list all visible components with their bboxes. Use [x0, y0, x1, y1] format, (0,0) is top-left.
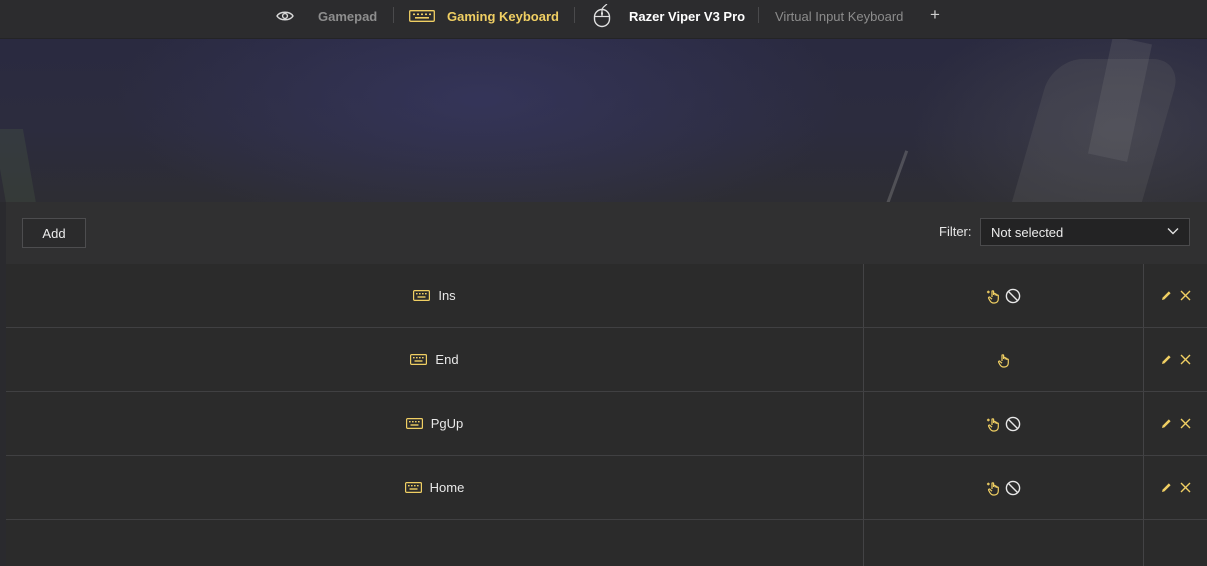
filter-value: Not selected [991, 224, 1064, 240]
table-row: PgUp [6, 392, 1207, 456]
binding-actions-cell [1144, 456, 1207, 519]
table-row: Home [6, 456, 1207, 520]
blocked-icon [1005, 480, 1021, 496]
tab-virtual-input-keyboard[interactable]: Virtual Input Keyboard [775, 0, 903, 32]
bindings-panel: Add Filter: Not selected Ins End PgUp Ho… [6, 202, 1207, 566]
keyboard-icon [405, 418, 423, 429]
tab-gaming-keyboard[interactable]: Gaming Keyboard [409, 0, 559, 32]
binding-key-name: Ins [438, 288, 456, 303]
tab-razer-viper[interactable]: Razer Viper V3 Pro [593, 0, 745, 32]
hand-hold-icon [986, 480, 1002, 496]
binding-actions-cell [1144, 392, 1207, 455]
filter-label: Filter: [939, 224, 972, 239]
binding-actions-cell [1144, 264, 1207, 327]
filter-dropdown[interactable]: Not selected [980, 218, 1190, 246]
binding-mode-cell [864, 392, 1143, 455]
binding-mode-cell [864, 328, 1143, 391]
tab-divider [758, 7, 759, 23]
tab-divider [574, 7, 575, 23]
keyboard-icon [413, 290, 431, 301]
chevron-down-icon [1167, 227, 1179, 235]
keyboard-icon [404, 482, 422, 493]
blocked-icon [1005, 416, 1021, 432]
tab-gamepad-label: Gamepad [318, 8, 378, 24]
table-row: End [6, 328, 1207, 392]
game-banner-image [0, 39, 1207, 202]
hand-hold-icon [986, 416, 1002, 432]
eye-icon [276, 10, 294, 22]
binding-key-cell: Ins [6, 264, 863, 327]
add-tab-button[interactable]: + [928, 5, 942, 25]
device-tab-bar: Gamepad Gaming Keyboard Razer Viper V3 P… [0, 0, 1207, 39]
table-row: Ins [6, 264, 1207, 328]
blocked-icon [1005, 288, 1021, 304]
delete-binding-button[interactable] [1180, 290, 1191, 301]
edit-binding-button[interactable] [1161, 354, 1172, 365]
hand-hold-icon [996, 352, 1012, 368]
binding-mode-cell [864, 456, 1143, 519]
hand-hold-icon [986, 288, 1002, 304]
delete-binding-button[interactable] [1180, 354, 1191, 365]
keyboard-icon [409, 10, 435, 22]
bindings-table: Ins End PgUp Home [6, 264, 1207, 566]
tab-virtual-input-keyboard-label: Virtual Input Keyboard [775, 8, 904, 24]
tab-razer-viper-label: Razer Viper V3 Pro [629, 8, 746, 24]
keyboard-icon [410, 354, 428, 365]
banner-decoration [884, 150, 909, 202]
binding-key-cell: PgUp [6, 392, 863, 455]
bindings-toolbar: Add Filter: Not selected [6, 202, 1207, 264]
delete-binding-button[interactable] [1180, 482, 1191, 493]
mouse-icon [593, 4, 611, 28]
binding-mode-cell [864, 264, 1143, 327]
delete-binding-button[interactable] [1180, 418, 1191, 429]
edit-binding-button[interactable] [1161, 418, 1172, 429]
edit-binding-button[interactable] [1161, 482, 1172, 493]
edit-binding-button[interactable] [1161, 290, 1172, 301]
binding-key-cell: End [6, 328, 863, 391]
tab-divider [393, 7, 394, 23]
binding-key-cell: Home [6, 456, 863, 519]
binding-key-name: Home [429, 480, 465, 495]
binding-key-name: End [435, 352, 459, 367]
tab-gamepad[interactable]: Gamepad [276, 0, 377, 32]
binding-key-name: PgUp [430, 416, 464, 431]
add-binding-button[interactable]: Add [22, 218, 86, 248]
tab-gaming-keyboard-label: Gaming Keyboard [447, 8, 559, 24]
banner-decoration [0, 129, 38, 202]
binding-actions-cell [1144, 328, 1207, 391]
